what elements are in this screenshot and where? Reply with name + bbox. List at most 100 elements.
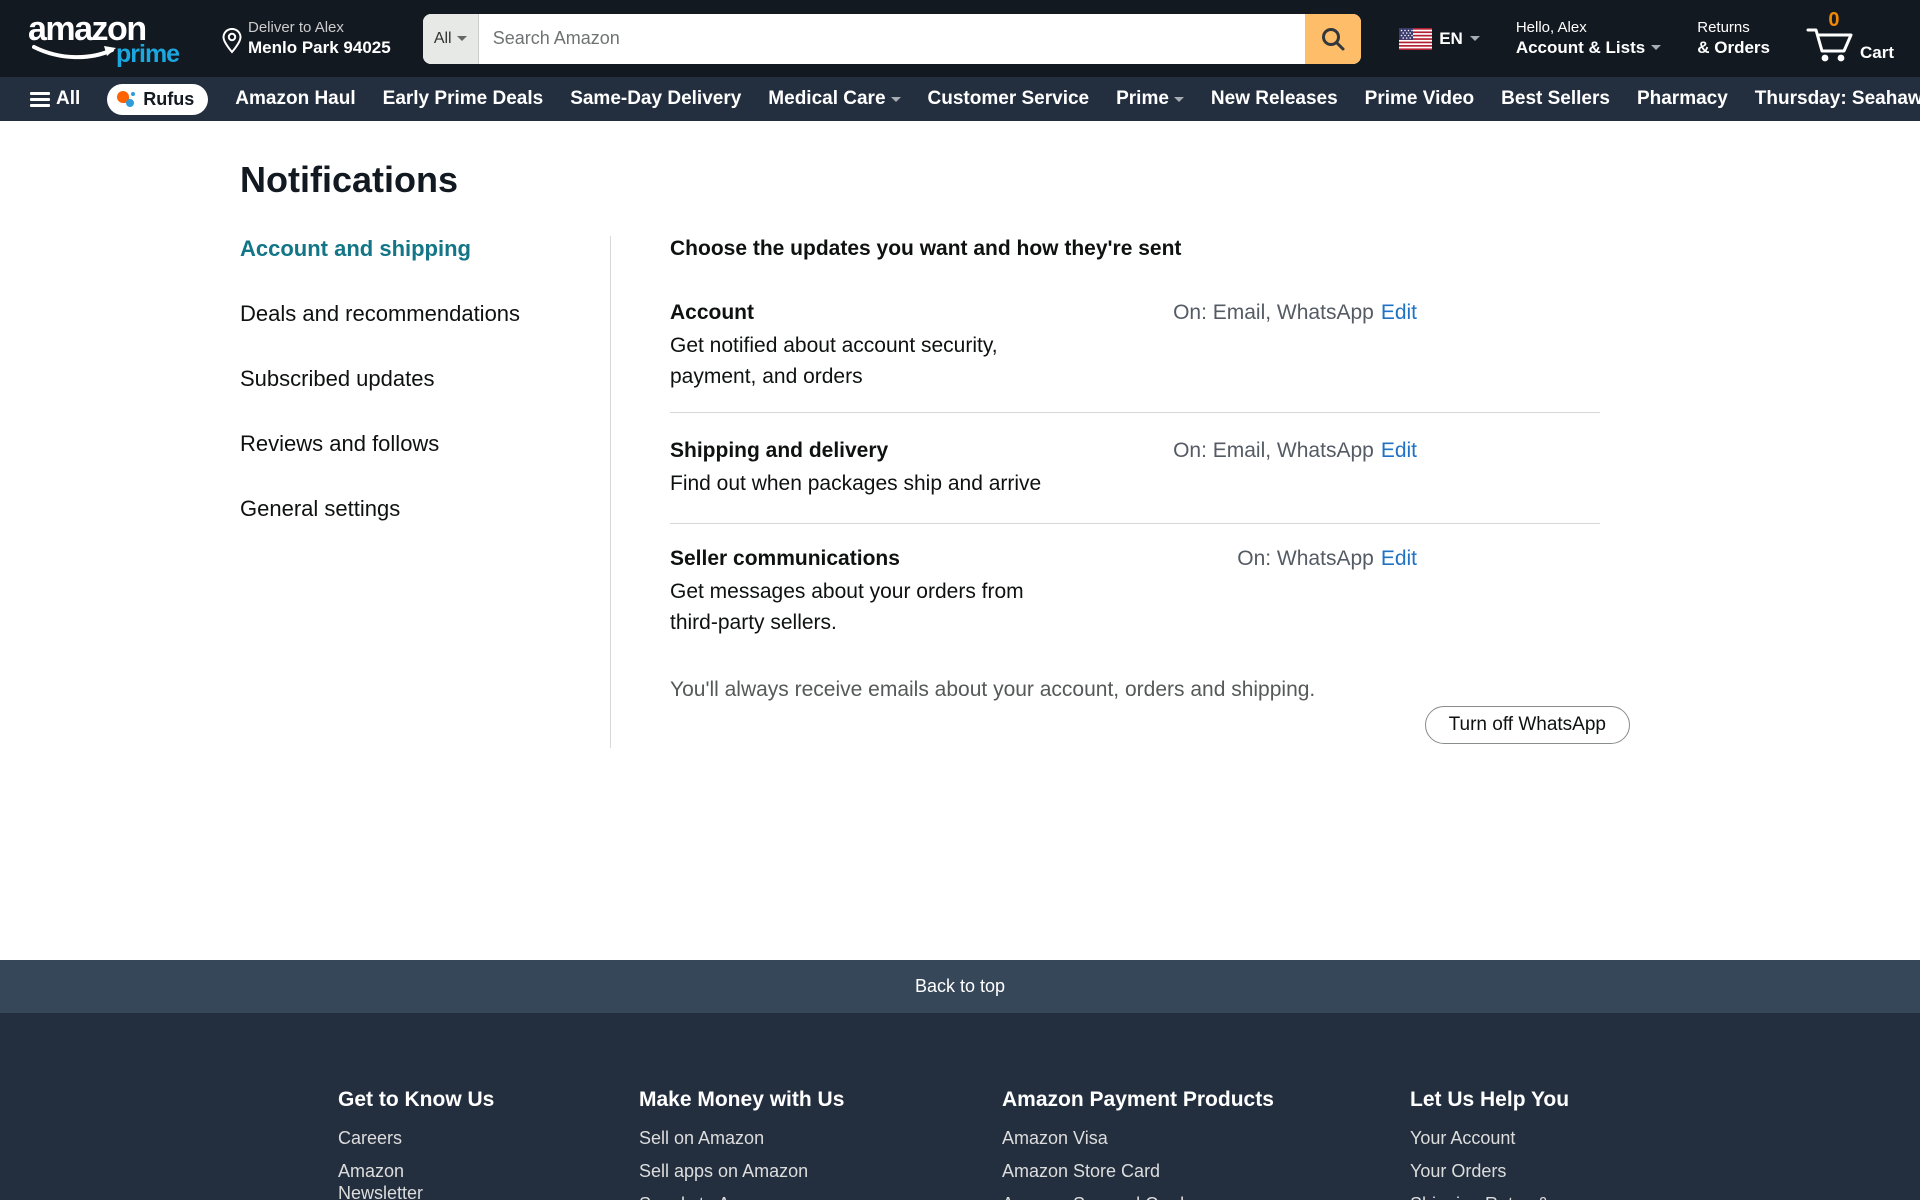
section-status: On: Email, WhatsApp — [1173, 439, 1374, 462]
nav-item-new-releases[interactable]: New Releases — [1211, 88, 1338, 110]
sidebar-item-reviews-and-follows[interactable]: Reviews and follows — [240, 431, 610, 457]
main-nav: All Rufus Amazon Haul Early Prime Deals … — [0, 77, 1920, 121]
chevron-down-icon — [1470, 36, 1480, 46]
nav-item-pharmacy[interactable]: Pharmacy — [1637, 88, 1728, 110]
nav-rufus-button[interactable]: Rufus — [107, 84, 208, 115]
nav-item-best-sellers[interactable]: Best Sellers — [1501, 88, 1610, 110]
cart-count-badge: 0 — [1823, 9, 1845, 32]
footer-link-amazon-newsletter[interactable]: Amazon Newsletter — [338, 1160, 494, 1200]
section-status: On: Email, WhatsApp — [1173, 301, 1374, 324]
edit-account-link[interactable]: Edit — [1381, 301, 1417, 324]
nav-item-same-day-delivery[interactable]: Same-Day Delivery — [570, 88, 741, 110]
rufus-label: Rufus — [143, 89, 194, 110]
shipping-notification-row: Shipping and delivery Find out when pack… — [670, 438, 1630, 499]
nav-item-prime[interactable]: Prime — [1116, 88, 1184, 110]
prime-logo-text: prime — [116, 40, 179, 69]
footer-link-sell-on-amazon[interactable]: Sell on Amazon — [639, 1127, 844, 1149]
site-footer: Get to Know Us Careers Amazon Newsletter… — [0, 1013, 1920, 1200]
deliver-to-line2: Menlo Park 94025 — [248, 38, 391, 58]
chevron-down-icon — [1651, 45, 1661, 55]
notifications-sidebar: Account and shipping Deals and recommend… — [240, 236, 610, 748]
us-flag-icon — [1399, 28, 1432, 50]
footer-link-amazon-secured-card[interactable]: Amazon Secured Card — [1002, 1193, 1274, 1200]
footer-link-your-orders[interactable]: Your Orders — [1410, 1160, 1569, 1182]
settings-heading: Choose the updates you want and how they… — [670, 236, 1630, 262]
nav-item-prime-video[interactable]: Prime Video — [1365, 88, 1474, 110]
nav-all-label: All — [56, 88, 80, 110]
footer-column-help: Let Us Help You Your Account Your Orders… — [1410, 1087, 1569, 1200]
section-title: Shipping and delivery — [670, 438, 1090, 464]
notifications-page: Notifications Account and shipping Deals… — [0, 121, 1920, 960]
footer-link-your-account[interactable]: Your Account — [1410, 1127, 1569, 1149]
section-divider — [670, 412, 1600, 413]
footer-column-make-money: Make Money with Us Sell on Amazon Sell a… — [639, 1087, 844, 1200]
returns-line2: & Orders — [1697, 37, 1770, 58]
rufus-icon — [117, 89, 137, 109]
nav-all-menu-button[interactable]: All — [30, 88, 80, 110]
sidebar-item-subscribed-updates[interactable]: Subscribed updates — [240, 366, 610, 392]
sidebar-item-deals-and-recommendations[interactable]: Deals and recommendations — [240, 301, 610, 327]
section-description: Find out when packages ship and arrive — [670, 468, 1090, 499]
site-header: amazon prime Deliver to Alex Menlo Park … — [0, 0, 1920, 77]
footer-heading: Let Us Help You — [1410, 1087, 1569, 1113]
edit-seller-link[interactable]: Edit — [1381, 547, 1417, 570]
cart-button[interactable]: 0 Cart — [1806, 13, 1894, 65]
nav-promo-link[interactable]: Thursday: Seahawks vs. Cardinals — [1755, 88, 1920, 110]
footer-column-payment-products: Amazon Payment Products Amazon Visa Amaz… — [1002, 1087, 1274, 1200]
footer-link-amazon-visa[interactable]: Amazon Visa — [1002, 1127, 1274, 1149]
section-title: Seller communications — [670, 546, 1090, 572]
turn-off-whatsapp-button[interactable]: Turn off WhatsApp — [1425, 706, 1630, 744]
language-selector[interactable]: EN — [1399, 28, 1480, 50]
search-bar: All — [423, 14, 1362, 64]
location-pin-icon — [222, 28, 242, 54]
section-description: Get messages about your orders from thir… — [670, 576, 1090, 638]
amazon-logo[interactable]: amazon prime — [28, 8, 180, 70]
cart-label: Cart — [1860, 43, 1894, 63]
back-to-top-bar[interactable]: Back to top — [0, 960, 1920, 1013]
chevron-down-icon — [457, 36, 467, 46]
search-icon — [1320, 26, 1346, 52]
footer-link-shipping-rates[interactable]: Shipping Rates & — [1410, 1193, 1569, 1200]
chevron-down-icon — [1174, 97, 1184, 107]
search-button[interactable] — [1305, 14, 1361, 64]
notification-settings-panel: Choose the updates you want and how they… — [610, 236, 1630, 748]
language-label: EN — [1439, 29, 1463, 49]
account-notification-row: Account Get notified about account secur… — [670, 300, 1630, 392]
section-description: Get notified about account security, pay… — [670, 330, 1090, 392]
section-title: Account — [670, 300, 1090, 326]
sidebar-item-account-and-shipping[interactable]: Account and shipping — [240, 236, 610, 262]
page-title: Notifications — [0, 121, 1920, 202]
deliver-to-line1: Deliver to Alex — [248, 19, 391, 36]
footer-heading: Get to Know Us — [338, 1087, 494, 1113]
footer-link-amazon-store-card[interactable]: Amazon Store Card — [1002, 1160, 1274, 1182]
always-emails-note: You'll always receive emails about your … — [670, 677, 1630, 703]
search-input[interactable] — [479, 14, 1306, 64]
footer-link-sell-apps[interactable]: Sell apps on Amazon — [639, 1160, 844, 1182]
chevron-down-icon — [891, 97, 901, 107]
returns-line1: Returns — [1697, 19, 1770, 38]
sidebar-item-general-settings[interactable]: General settings — [240, 496, 610, 522]
section-divider — [670, 523, 1600, 524]
hamburger-icon — [30, 89, 50, 110]
footer-column-get-to-know-us: Get to Know Us Careers Amazon Newsletter — [338, 1087, 494, 1200]
nav-item-medical-care[interactable]: Medical Care — [768, 88, 900, 110]
section-status: On: WhatsApp — [1237, 547, 1374, 570]
footer-link-supply-to-amazon[interactable]: Supply to Amazon — [639, 1193, 844, 1200]
deliver-to-location[interactable]: Deliver to Alex Menlo Park 94025 — [222, 19, 391, 58]
account-greeting: Hello, Alex — [1516, 19, 1661, 38]
footer-link-careers[interactable]: Careers — [338, 1127, 494, 1149]
footer-heading: Amazon Payment Products — [1002, 1087, 1274, 1113]
edit-shipping-link[interactable]: Edit — [1381, 439, 1417, 462]
nav-item-customer-service[interactable]: Customer Service — [928, 88, 1090, 110]
returns-orders-link[interactable]: Returns & Orders — [1697, 19, 1770, 59]
account-lists-menu[interactable]: Hello, Alex Account & Lists — [1516, 19, 1661, 59]
seller-notification-row: Seller communications Get messages about… — [670, 546, 1630, 638]
search-category-label: All — [434, 30, 452, 48]
nav-item-amazon-haul[interactable]: Amazon Haul — [235, 88, 355, 110]
amazon-smile-icon — [32, 44, 124, 62]
account-lists-label: Account & Lists — [1516, 37, 1645, 58]
search-category-dropdown[interactable]: All — [423, 14, 479, 64]
footer-heading: Make Money with Us — [639, 1087, 844, 1113]
back-to-top-label: Back to top — [915, 976, 1005, 997]
nav-item-early-prime-deals[interactable]: Early Prime Deals — [383, 88, 544, 110]
